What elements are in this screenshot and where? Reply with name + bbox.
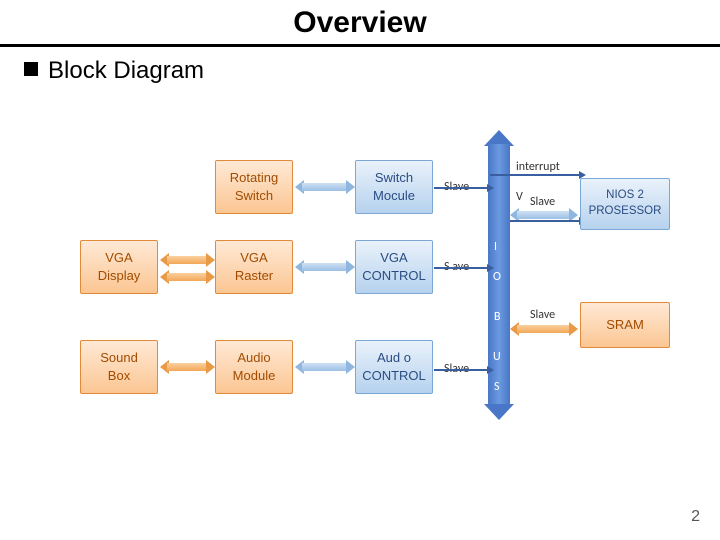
thin-arrow — [434, 369, 488, 371]
arrow-bi — [160, 253, 215, 267]
block-line: Mocule — [360, 187, 428, 205]
block-switch-module: Switch Mocule — [355, 160, 433, 214]
block-line: Raster — [220, 267, 288, 285]
block-line: Switch — [220, 187, 288, 205]
thin-arrow — [490, 174, 580, 176]
section-text: Block Diagram — [48, 57, 204, 84]
arrow-bi — [295, 360, 355, 374]
thin-arrow — [510, 220, 580, 222]
block-line: Box — [85, 367, 153, 385]
bus-letter: O — [493, 270, 501, 284]
block-line: VGA — [360, 249, 428, 267]
bus-letter: B — [494, 310, 501, 324]
block-vga-control: VGA CONTROL — [355, 240, 433, 294]
thin-arrow — [434, 267, 488, 269]
arrow-bi — [295, 260, 355, 274]
bus-arrow-down-icon — [484, 404, 514, 420]
page-title: Overview — [0, 0, 720, 44]
block-vga-raster: VGA Raster — [215, 240, 293, 294]
block-line: VGA — [85, 249, 153, 267]
block-line: SRAM — [585, 316, 665, 334]
label-slave: Slave — [530, 308, 555, 322]
block-line: Rotating — [220, 169, 288, 187]
arrow-bi — [160, 270, 215, 284]
arrow-bi — [295, 180, 355, 194]
label-interrupt: interrupt — [516, 160, 560, 174]
arrow-right-icon — [487, 184, 494, 192]
block-audio-control: Aud o CONTROL — [355, 340, 433, 394]
arrow-bi — [160, 360, 215, 374]
block-rotating-switch: Rotating Switch — [215, 160, 293, 214]
section-heading: Block Diagram — [0, 47, 720, 85]
page-number: 2 — [691, 508, 700, 526]
block-line: Audio — [220, 349, 288, 367]
block-sram: SRAM — [580, 302, 670, 348]
block-line: CONTROL — [360, 367, 428, 385]
block-vga-display: VGA Display — [80, 240, 158, 294]
arrow-right-icon — [487, 366, 494, 374]
block-line: Display — [85, 267, 153, 285]
block-nios2: NIOS 2 PROSESSOR — [580, 178, 670, 230]
label-slave: Slave — [530, 195, 555, 209]
bus-letter: S — [494, 380, 500, 394]
slide: Overview Block Diagram V I O B U S Rotat… — [0, 0, 720, 540]
block-line: Aud o — [360, 349, 428, 367]
block-line: NIOS 2 — [585, 188, 665, 204]
block-line: Sound — [85, 349, 153, 367]
block-line: VGA — [220, 249, 288, 267]
block-line: Switch — [360, 169, 428, 187]
block-line: PROSESSOR — [585, 204, 665, 220]
thin-arrow — [434, 187, 488, 189]
bullet-square-icon — [24, 62, 38, 76]
block-sound-box: Sound Box — [80, 340, 158, 394]
bus-letter: I — [494, 240, 497, 254]
block-line: Module — [220, 367, 288, 385]
bus-letter: U — [493, 350, 501, 364]
diagram-canvas: V I O B U S Rotating Switch Switch Mocul… — [0, 130, 720, 460]
block-line: CONTROL — [360, 267, 428, 285]
arrow-right-icon — [487, 264, 494, 272]
arrow-bi — [510, 322, 578, 336]
block-audio-module: Audio Module — [215, 340, 293, 394]
bus-letter: V — [516, 190, 523, 204]
